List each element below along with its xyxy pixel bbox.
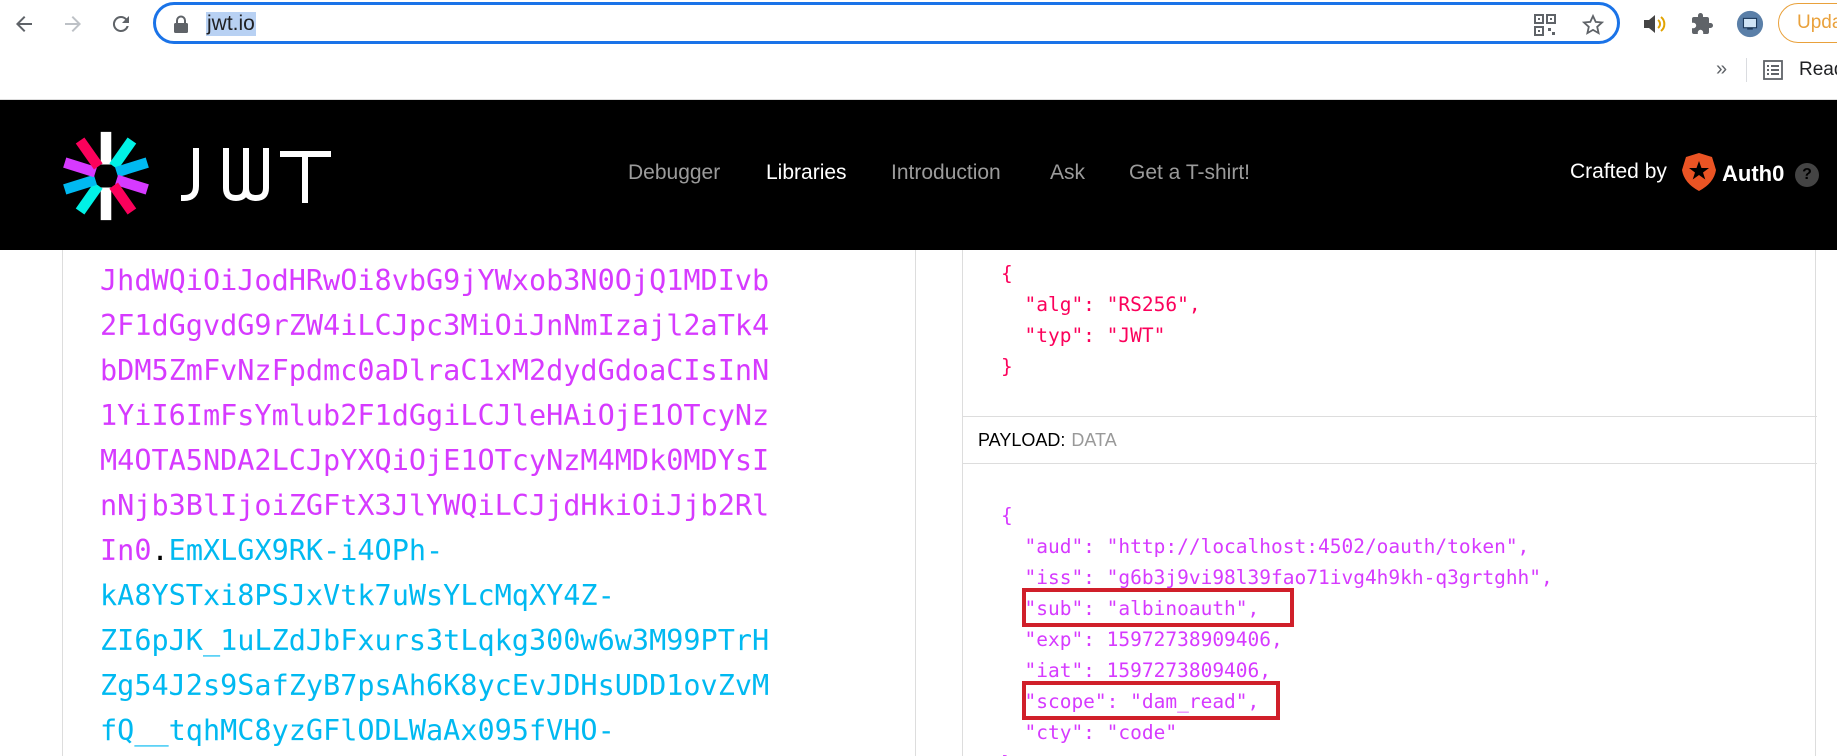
site-header: Debugger Libraries Introduction Ask Get …: [0, 100, 1837, 250]
json-line: "typ": "JWT": [1001, 324, 1166, 347]
header-json[interactable]: { "alg": "RS256", "typ": "JWT" }: [1001, 258, 1201, 382]
json-line: }: [1001, 748, 1553, 756]
back-arrow-icon[interactable]: [10, 10, 38, 38]
decoded-panel: { "alg": "RS256", "typ": "JWT" } PAYLOAD…: [962, 250, 1817, 756]
json-line: }: [1001, 355, 1013, 378]
nav-debugger[interactable]: Debugger: [628, 161, 720, 185]
auth0-brand[interactable]: Auth0: [1722, 161, 1784, 187]
json-line: "aud": "http://localhost:4502/oauth/toke…: [1001, 535, 1530, 558]
forward-arrow-icon[interactable]: [59, 10, 87, 38]
token-signature-line: ZI6pJK_1uLZdJbFxurs3tLqkg300w6w3M99PTrH: [100, 624, 770, 657]
jwt-wordmark[interactable]: [178, 148, 333, 204]
update-button[interactable]: Upda: [1778, 3, 1837, 43]
token-payload-end: In0: [100, 534, 152, 567]
payload-section-title: PAYLOAD: DATA: [978, 430, 1117, 451]
star-icon[interactable]: [1581, 13, 1605, 37]
highlight-sub-box: [1022, 588, 1294, 627]
token-signature-line: Zg54J2s9SafZyB7psAh6K8ycEvJDHsUDD1ovZvM: [100, 669, 770, 702]
bookmarks-divider: [1746, 58, 1747, 82]
reading-list-icon[interactable]: [1763, 60, 1783, 80]
json-line: "cty": "code": [1001, 721, 1178, 744]
token-payload-line: 2F1dGgvdG9rZW4iLCJpc3MiOiJnNmIzajl2aTk4: [100, 309, 770, 342]
url-text[interactable]: jwt.io: [206, 12, 256, 36]
lock-icon: [174, 15, 188, 33]
nav-get-tshirt[interactable]: Get a T-shirt!: [1129, 161, 1250, 185]
token-signature-line: fQ__tqhMC8yzGFlODLWaAx095fVHO-: [100, 714, 615, 747]
cast-icon[interactable]: [1736, 10, 1764, 38]
encoded-panel: JhdWQiOiJodHRwOi8vbG9jYWxob3N0OjQ1MDIvb …: [62, 250, 916, 756]
token-dot: .: [151, 534, 169, 567]
token-payload-line: JhdWQiOiJodHRwOi8vbG9jYWxob3N0OjQ1MDIvb: [100, 264, 770, 297]
bookmarks-overflow-icon[interactable]: »: [1716, 58, 1727, 81]
section-divider: [963, 463, 1817, 464]
help-icon[interactable]: ?: [1795, 163, 1819, 187]
speaker-icon[interactable]: [1640, 10, 1668, 38]
nav-ask[interactable]: Ask: [1050, 161, 1085, 185]
token-payload-line: M4OTA5NDA2LCJpYXQiOjE1OTcyNzM4MDk0MDYsI: [100, 444, 770, 477]
json-line: "exp": 15972738909406,: [1001, 628, 1283, 651]
nav-libraries[interactable]: Libraries: [766, 161, 847, 185]
address-bar[interactable]: jwt.io: [153, 2, 1620, 44]
highlight-scope-box: [1022, 681, 1280, 720]
token-payload-line: 1YiI6ImFsYmlub2F1dGgiLCJleHAiOjE1OTcyNz: [100, 399, 770, 432]
nav-introduction[interactable]: Introduction: [891, 161, 1001, 185]
crafted-by-label: Crafted by: [1570, 160, 1667, 183]
puzzle-icon[interactable]: [1688, 10, 1716, 38]
token-signature-line: kA8YSTxi8PSJxVtk7uWsYLcMqXY4Z-: [100, 579, 615, 612]
payload-subtitle: DATA: [1071, 430, 1117, 450]
jwt-logo-icon[interactable]: [58, 128, 154, 224]
reload-icon[interactable]: [107, 10, 135, 38]
token-payload-line: bDM5ZmFvNzFpdmc0aDlraC1xM2dydGdoaCIsInN: [100, 354, 770, 387]
encoded-token[interactable]: JhdWQiOiJodHRwOi8vbG9jYWxob3N0OjQ1MDIvb …: [100, 258, 900, 753]
section-divider: [963, 416, 1817, 417]
qr-code-icon[interactable]: [1533, 13, 1557, 37]
token-payload-line: nNjb3BlIjoiZGFtX3JlYWQiLCJjdHkiOiJjb2Rl: [100, 489, 770, 522]
token-mixed-line: In0.EmXLGX9RK-i4OPh-: [100, 528, 900, 573]
json-line: {: [1001, 504, 1013, 527]
reading-list-label[interactable]: Read: [1799, 59, 1837, 81]
payload-title: PAYLOAD:: [978, 430, 1066, 450]
json-line: "alg": "RS256",: [1001, 293, 1201, 316]
token-signature-start: EmXLGX9RK-i4OPh-: [168, 534, 444, 567]
auth0-shield-icon[interactable]: [1681, 152, 1717, 192]
json-line: {: [1001, 262, 1013, 285]
browser-toolbar: jwt.io Upda » Read: [0, 0, 1837, 100]
